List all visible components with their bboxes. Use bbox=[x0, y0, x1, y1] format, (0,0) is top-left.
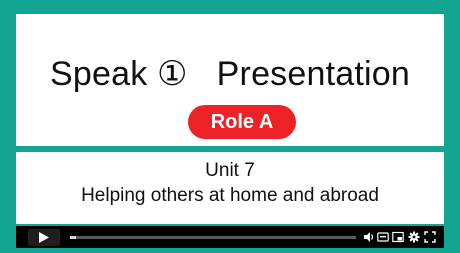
play-icon bbox=[39, 232, 49, 243]
video-frame: Speak ① Presentation Role A Unit 7 Helpi… bbox=[0, 0, 460, 253]
progress-bar[interactable] bbox=[70, 236, 356, 239]
volume-icon[interactable] bbox=[363, 231, 375, 243]
title-slide-panel: Speak ① Presentation Role A bbox=[16, 14, 444, 146]
unit-panel: Unit 7 Helping others at home and abroad bbox=[16, 152, 444, 224]
fullscreen-icon[interactable] bbox=[424, 231, 436, 243]
unit-subtitle: Helping others at home and abroad bbox=[81, 185, 379, 206]
picture-in-picture-icon[interactable] bbox=[392, 231, 404, 243]
progress-fill bbox=[70, 236, 76, 239]
slide-title: Speak ① Presentation bbox=[50, 55, 410, 93]
unit-title: Unit 7 bbox=[205, 160, 255, 181]
captions-icon[interactable] bbox=[377, 231, 389, 243]
role-badge: Role A bbox=[188, 105, 296, 139]
video-player-controls bbox=[16, 226, 444, 248]
settings-icon[interactable] bbox=[408, 231, 420, 243]
play-button[interactable] bbox=[28, 229, 60, 246]
